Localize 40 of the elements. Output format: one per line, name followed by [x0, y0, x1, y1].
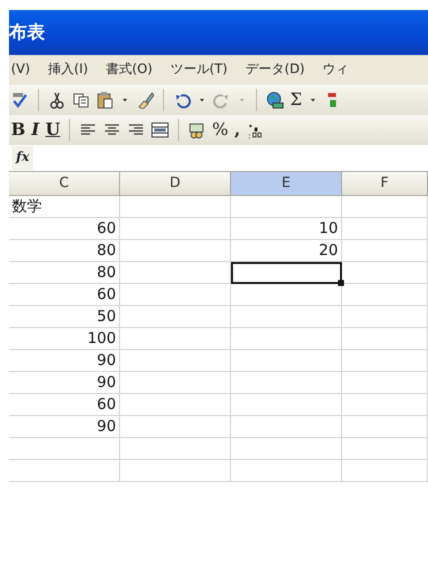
scissors-icon[interactable]: [48, 91, 66, 109]
menu-item[interactable]: データ(D): [244, 60, 307, 80]
table-cell: 50: [9, 306, 120, 328]
toolbar-button[interactable]: Σ: [290, 92, 302, 108]
spell-check-icon[interactable]: [11, 91, 29, 109]
table-cell: 80: [9, 262, 120, 284]
menu-item[interactable]: ツール(T): [168, 60, 230, 80]
merge-cells-icon[interactable]: [151, 121, 170, 139]
table-cell: 10: [231, 218, 342, 240]
column-header[interactable]: C: [9, 172, 120, 196]
toolbar-button[interactable]: ,: [234, 122, 240, 138]
column-header[interactable]: D: [120, 172, 231, 196]
menu-item[interactable]: 書式(O): [104, 60, 154, 80]
table-cell: 80: [9, 240, 120, 262]
menu-item[interactable]: (V): [9, 60, 32, 80]
menu-item[interactable]: ウィ: [320, 60, 351, 80]
table-cell: 100: [9, 328, 120, 350]
table-cell: 60: [9, 218, 120, 240]
toolbar-button[interactable]: %: [212, 122, 228, 138]
table-cell: 90: [9, 372, 120, 394]
function-button[interactable]: fx: [12, 146, 34, 170]
menu-item[interactable]: 挿入(I): [46, 60, 90, 80]
toolbar-button[interactable]: I: [31, 122, 40, 138]
table-cell: 20: [231, 240, 342, 262]
clipboard-icon[interactable]: [96, 91, 114, 109]
table-cell: 数学: [9, 196, 120, 218]
money-icon[interactable]: [188, 121, 206, 139]
paintbrush-icon[interactable]: [136, 91, 154, 109]
globe-icon[interactable]: [266, 91, 284, 109]
table-cell: 90: [9, 350, 120, 372]
toolbar-button[interactable]: U: [45, 122, 60, 138]
table-cell: 90: [9, 416, 120, 438]
column-header[interactable]: F: [342, 172, 428, 196]
column-header[interactable]: E: [231, 172, 342, 196]
table-cell: 60: [9, 284, 120, 306]
fill-handle[interactable]: [338, 280, 344, 286]
copy-icon[interactable]: [72, 91, 90, 109]
window-title: 布表: [9, 21, 45, 45]
table-cell: 60: [9, 394, 120, 416]
toolbar-button[interactable]: B: [11, 122, 26, 138]
